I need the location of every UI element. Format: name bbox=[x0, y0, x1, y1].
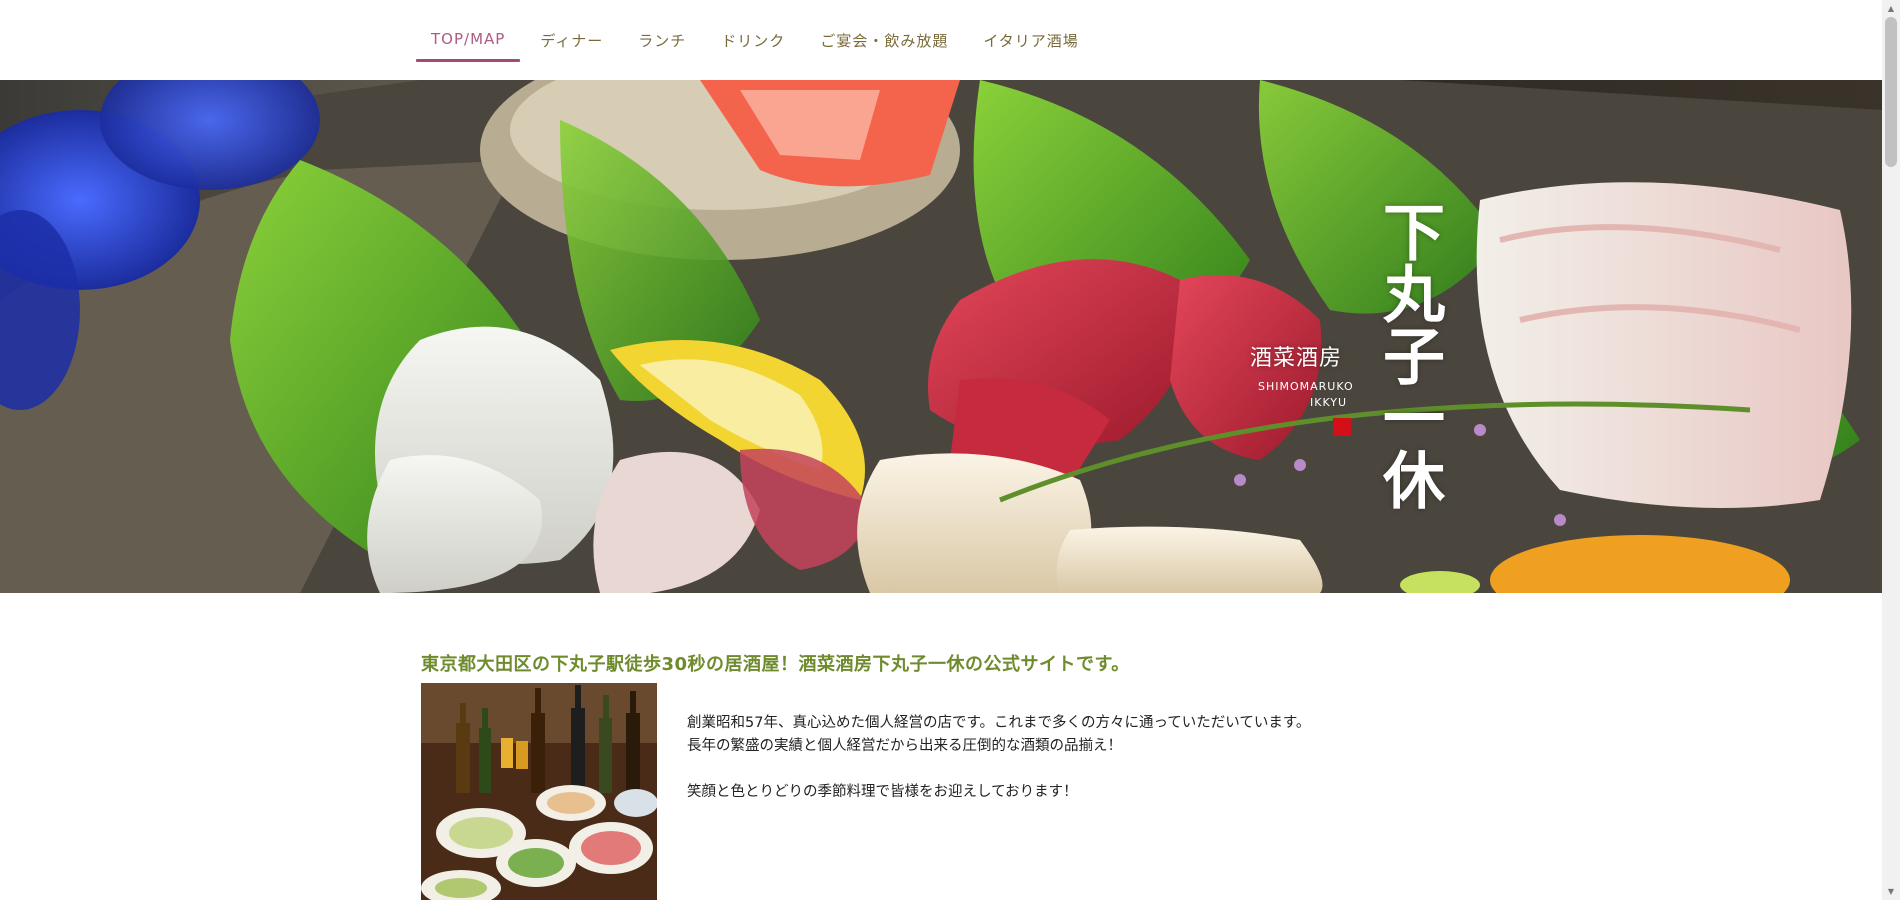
hero-sashimi-image bbox=[0, 80, 1882, 593]
hero-banner: 下丸子一休 酒菜酒房 SHIMOMARUKO IKKYU bbox=[0, 80, 1882, 593]
nav-item-italian-bar[interactable]: イタリア酒場 bbox=[968, 0, 1093, 64]
intro-food-drink-photo bbox=[421, 683, 657, 900]
scroll-thumb[interactable] bbox=[1885, 17, 1897, 167]
nav-item-drink[interactable]: ドリンク bbox=[706, 0, 800, 64]
restaurant-logo: 下丸子一休 酒菜酒房 SHIMOMARUKO IKKYU bbox=[1250, 200, 1480, 593]
intro-line-3: 笑顔と色とりどりの季節料理で皆様をお迎えしております！ bbox=[687, 784, 1078, 800]
logo-red-seal bbox=[1333, 418, 1351, 436]
intro-line-1: 創業昭和57年、真心込めた個人経営の店です。これまで多くの方々に通っていただいて… bbox=[687, 715, 1311, 731]
top-navigation: TOP/MAP ディナー ランチ ドリンク ご宴会・飲み放題 イタリア酒場 bbox=[0, 0, 1882, 80]
nav-item-top-map[interactable]: TOP/MAP bbox=[416, 0, 521, 64]
nav-item-dinner[interactable]: ディナー bbox=[525, 0, 618, 64]
logo-english-line1: SHIMOMARUKO bbox=[1258, 380, 1354, 393]
page-scrollbar[interactable]: ▲ ▼ bbox=[1882, 0, 1900, 900]
food-drink-image bbox=[421, 683, 657, 900]
logo-english-line2: IKKYU bbox=[1310, 396, 1348, 409]
logo-vertical-name: 下丸子一休 bbox=[1372, 200, 1445, 510]
logo-subtitle: 酒菜酒房 bbox=[1250, 346, 1343, 371]
scroll-down-arrow-icon[interactable]: ▼ bbox=[1882, 883, 1900, 900]
intro-description: 創業昭和57年、真心込めた個人経営の店です。これまで多くの方々に通っていただいて… bbox=[687, 712, 1310, 804]
scroll-up-arrow-icon[interactable]: ▲ bbox=[1882, 0, 1900, 17]
intro-heading: 東京都大田区の下丸子駅徒歩30秒の居酒屋！酒菜酒房下丸子一休の公式サイトです。 bbox=[421, 654, 1130, 675]
intro-line-2: 長年の繁盛の実績と個人経営だから出来る圧倒的な酒類の品揃え！ bbox=[687, 738, 1122, 754]
nav-menu: TOP/MAP ディナー ランチ ドリンク ご宴会・飲み放題 イタリア酒場 bbox=[416, 0, 1099, 80]
nav-item-lunch[interactable]: ランチ bbox=[623, 0, 701, 64]
nav-item-banquet[interactable]: ご宴会・飲み放題 bbox=[805, 0, 963, 64]
